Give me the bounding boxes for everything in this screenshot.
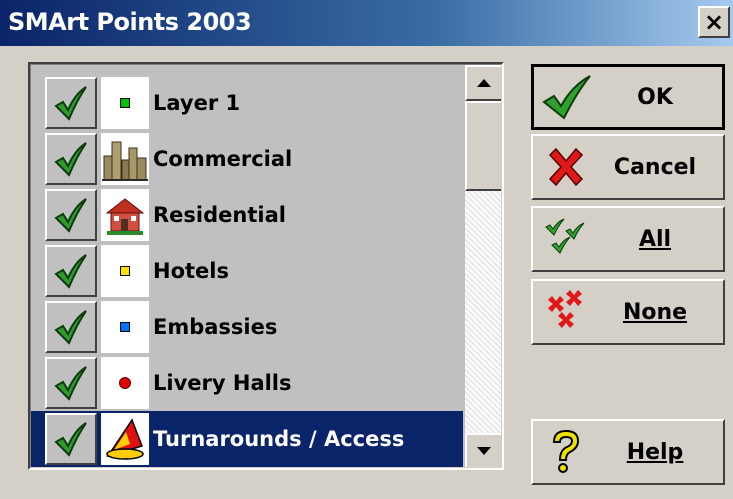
multi-x-icon xyxy=(548,290,582,328)
layer-label: Turnarounds / Access xyxy=(153,427,405,451)
blue-square-icon xyxy=(120,322,130,332)
layer-checkbox[interactable] xyxy=(45,189,97,241)
cancel-icon-cell xyxy=(537,140,595,194)
none-icon-cell xyxy=(537,285,595,339)
layer-row[interactable]: Embassies xyxy=(31,299,463,355)
window-title: SMArt Points 2003 xyxy=(8,8,252,36)
question-mark-icon xyxy=(552,429,580,473)
ok-button[interactable]: OK xyxy=(531,64,725,130)
house-icon xyxy=(105,198,145,235)
help-label-text: Help xyxy=(626,439,684,465)
all-icon-cell xyxy=(537,212,595,266)
close-icon: × xyxy=(703,8,725,36)
layer-row[interactable]: Livery Halls xyxy=(31,355,463,411)
green-square-icon xyxy=(120,98,130,108)
layer-checkbox[interactable] xyxy=(45,413,97,465)
all-button[interactable]: All xyxy=(531,206,725,272)
layer-label: Livery Halls xyxy=(153,371,292,395)
layer-list[interactable]: Layer 1 Commercial Residential Hotels Em… xyxy=(28,62,504,470)
layer-checkbox[interactable] xyxy=(45,301,97,353)
title-bar: SMArt Points 2003 × xyxy=(0,0,733,46)
checkmark-icon xyxy=(54,422,87,457)
help-button[interactable]: Help xyxy=(531,419,725,485)
all-label-text: All xyxy=(638,226,672,252)
help-label: Help xyxy=(595,440,723,465)
red-x-icon xyxy=(548,147,584,187)
layer-checkbox[interactable] xyxy=(45,77,97,129)
arrow-down-icon xyxy=(477,447,491,455)
checkmark-icon xyxy=(54,86,87,121)
checkmark-icon xyxy=(542,75,591,120)
none-label-text: None xyxy=(622,299,688,325)
ok-icon-cell xyxy=(538,70,596,124)
scrollbar-thumb[interactable] xyxy=(465,101,501,191)
layer-label: Layer 1 xyxy=(153,91,241,115)
layer-label: Commercial xyxy=(153,147,293,171)
layer-icon-cell xyxy=(101,357,149,409)
checkmark-icon xyxy=(54,142,87,177)
none-label: None xyxy=(595,300,723,325)
scroll-up-button[interactable] xyxy=(465,65,501,101)
close-button[interactable]: × xyxy=(698,6,730,38)
layer-list-viewport: Layer 1 Commercial Residential Hotels Em… xyxy=(30,64,502,468)
red-cone-icon xyxy=(106,418,144,460)
checkmark-icon xyxy=(54,366,87,401)
layer-row[interactable]: Hotels xyxy=(31,243,463,299)
layer-row[interactable]: Layer 1 xyxy=(31,75,463,131)
cancel-label: Cancel xyxy=(613,154,697,180)
layer-icon-cell xyxy=(101,245,149,297)
layer-label: Embassies xyxy=(153,315,278,339)
all-label: All xyxy=(595,227,723,252)
arrow-up-icon xyxy=(477,79,491,87)
layer-checkbox[interactable] xyxy=(45,245,97,297)
help-icon-cell xyxy=(537,425,595,479)
layer-checkbox[interactable] xyxy=(45,133,97,185)
scroll-down-button[interactable] xyxy=(465,433,501,467)
layer-icon-cell xyxy=(101,189,149,241)
layer-row[interactable]: Residential xyxy=(31,187,463,243)
checkmark-icon xyxy=(54,310,87,345)
layer-icon-cell xyxy=(101,133,149,185)
ok-label: OK xyxy=(637,84,673,110)
multi-check-icon xyxy=(545,218,585,254)
layer-icon-cell xyxy=(101,301,149,353)
none-button[interactable]: None xyxy=(531,279,725,345)
layer-icon-cell xyxy=(101,413,149,465)
checkmark-icon xyxy=(54,254,87,289)
city-buildings-icon xyxy=(102,141,148,181)
layer-label: Residential xyxy=(153,203,286,227)
red-dot-icon xyxy=(119,377,131,389)
layer-row-selected[interactable]: Turnarounds / Access xyxy=(31,411,463,467)
checkmark-icon xyxy=(54,198,87,233)
cancel-button[interactable]: Cancel xyxy=(531,134,725,200)
layer-row[interactable]: Commercial xyxy=(31,131,463,187)
layer-checkbox[interactable] xyxy=(45,357,97,409)
layer-icon-cell xyxy=(101,77,149,129)
yellow-square-icon xyxy=(120,266,130,276)
vertical-scrollbar[interactable] xyxy=(465,65,501,467)
layer-label: Hotels xyxy=(153,259,229,283)
